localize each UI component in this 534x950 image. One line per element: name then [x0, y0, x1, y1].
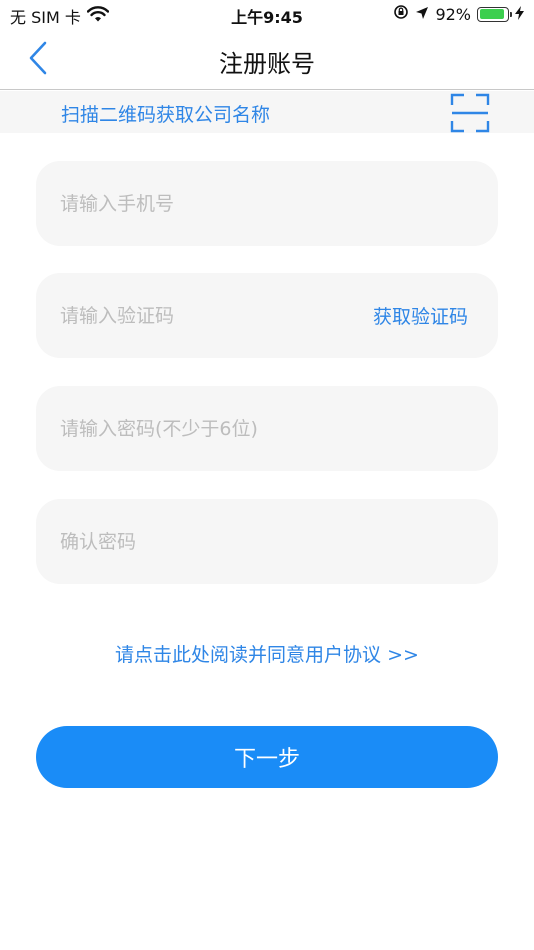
scan-button[interactable]	[450, 93, 490, 133]
page-title: 注册账号	[219, 50, 315, 78]
scan-qr-link[interactable]: 扫描二维码获取公司名称	[61, 100, 270, 127]
confirm-password-field	[36, 499, 498, 584]
scan-frame-icon	[450, 93, 490, 137]
orientation-lock-icon	[393, 4, 409, 24]
get-code-button[interactable]: 获取验证码	[373, 302, 468, 329]
charging-bolt-icon	[515, 5, 524, 24]
battery-tip	[510, 11, 512, 17]
confirm-password-input[interactable]	[60, 499, 360, 584]
next-button[interactable]: 下一步	[36, 726, 498, 788]
battery-percent: 92%	[435, 4, 471, 24]
scan-row: 扫描二维码获取公司名称	[0, 91, 534, 133]
phone-input[interactable]	[60, 161, 360, 246]
code-input[interactable]	[60, 273, 360, 358]
code-field: 获取验证码	[36, 273, 498, 358]
password-input[interactable]	[60, 386, 360, 471]
location-arrow-icon	[415, 5, 429, 24]
status-bar: 无 SIM 卡 上午9:45 92%	[0, 0, 534, 30]
nav-bar: 注册账号	[0, 30, 534, 90]
battery-fill	[479, 9, 505, 19]
battery-icon	[477, 6, 512, 22]
password-field	[36, 386, 498, 471]
phone-field	[36, 161, 498, 246]
user-agreement-link[interactable]: 请点击此处阅读并同意用户协议 >>	[0, 640, 534, 667]
status-right: 92%	[393, 4, 524, 24]
